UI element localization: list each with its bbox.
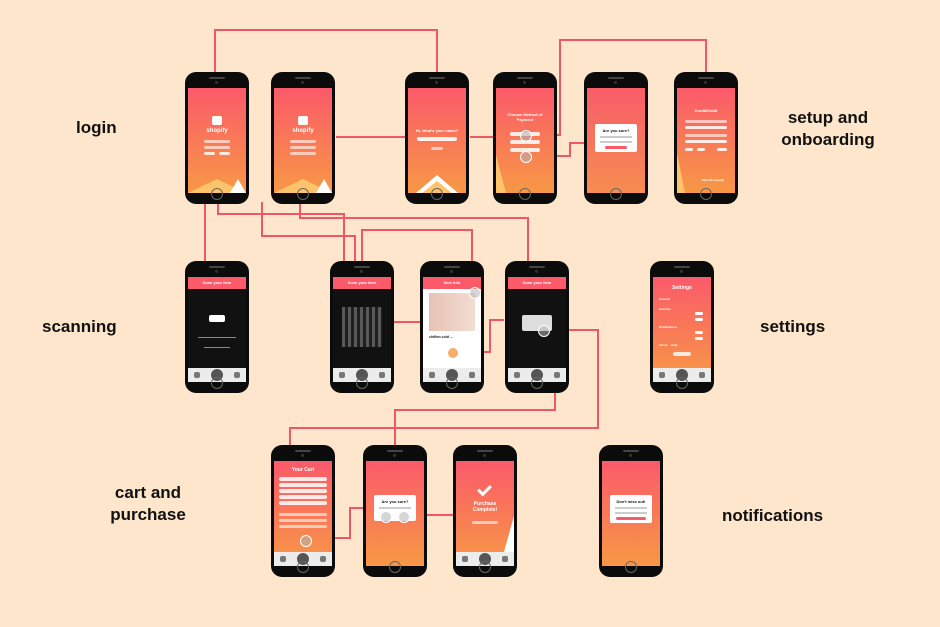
- tap-indicator: [447, 347, 459, 359]
- screen-onboard-confirm: Are you sure?: [587, 88, 645, 193]
- brand-logo-text: shopify: [292, 128, 314, 134]
- profile-icon[interactable]: [462, 556, 468, 562]
- settings-row-help[interactable]: Help: [671, 343, 678, 347]
- dialog-title: Are you sure?: [602, 128, 630, 133]
- phone-login-1: shopify: [185, 72, 249, 204]
- phone-onboard-confirm: Are you sure?: [584, 72, 648, 204]
- tap-indicator: [398, 511, 410, 523]
- section-label-scanning: scanning: [42, 317, 117, 336]
- section-label-cart-line2: purchase: [110, 505, 186, 524]
- connector-login-to-name: [214, 29, 438, 72]
- checkmark-icon: [477, 481, 492, 497]
- section-label-setup-line1: setup and: [787, 108, 869, 127]
- section-label-setup: setup and onboarding: [778, 107, 878, 151]
- profile-icon[interactable]: [339, 372, 345, 378]
- screen-onboard-payment: Choose Method of Payment: [496, 88, 554, 193]
- connector-login2-to-iteminfo: [299, 202, 529, 262]
- phone-login-2: shopify: [271, 72, 335, 204]
- profile-icon[interactable]: [280, 556, 286, 562]
- phone-onboard-payment: Choose Method of Payment: [493, 72, 557, 204]
- dialog-title: Are you sure?: [381, 499, 409, 504]
- screen-title: Credit/Debit: [694, 108, 718, 113]
- confirm-dialog: Are you sure?: [595, 124, 637, 152]
- screen-scan-1: Scan your item: [188, 277, 246, 382]
- cart-icon[interactable]: [469, 372, 475, 378]
- section-label-cart: cart and purchase: [103, 482, 193, 526]
- screen-notification: Don't miss out!: [602, 461, 660, 566]
- notification-dialog: Don't miss out!: [610, 495, 652, 523]
- start-shopping-link[interactable]: Start Shopping!: [691, 178, 735, 182]
- phone-onboard-card: Credit/Debit Start Shopping!: [674, 72, 738, 204]
- item-caption: chiffon cold ...: [429, 335, 453, 339]
- profile-icon[interactable]: [429, 372, 435, 378]
- phone-purchase-complete: Purchase Complete!: [453, 445, 517, 577]
- tap-indicator: [300, 535, 312, 547]
- tap-indicator: [520, 130, 532, 142]
- settings-row-security[interactable]: Security: [659, 307, 671, 311]
- phone-scan-2: Scan your item: [330, 261, 394, 393]
- cart-icon[interactable]: [234, 372, 240, 378]
- phone-notification: Don't miss out!: [599, 445, 663, 577]
- cart-icon[interactable]: [320, 556, 326, 562]
- tap-indicator: [520, 151, 532, 163]
- product-photo: [429, 293, 475, 331]
- tap-indicator: [380, 511, 392, 523]
- profile-icon[interactable]: [514, 372, 520, 378]
- screen-title: Scan your item: [333, 277, 391, 289]
- section-label-login: login: [76, 118, 117, 137]
- phone-settings: Settings General Security Notifications …: [650, 261, 714, 393]
- screen-item-info: Item Info chiffon cold ...: [423, 277, 481, 382]
- phone-onboard-name: Hi, what's your name?: [405, 72, 469, 204]
- brand-logo-text: shopify: [206, 128, 228, 134]
- section-label-notifications: notifications: [722, 506, 824, 525]
- screen-title: Purchase Complete!: [472, 501, 498, 513]
- screen-title: Scan your item: [188, 277, 246, 289]
- section-label-setup-line2: onboarding: [781, 130, 875, 149]
- connector-login-to-scan2: [217, 202, 345, 262]
- screen-title: Hi, what's your name?: [415, 128, 459, 133]
- phone-scan-1: Scan your item: [185, 261, 249, 393]
- screen-title: Your Cart: [291, 467, 315, 473]
- cart-icon[interactable]: [502, 556, 508, 562]
- cart-icon[interactable]: [699, 372, 705, 378]
- section-label-settings: settings: [760, 317, 826, 336]
- screen-cart-confirm: Are you sure?: [366, 461, 424, 566]
- phone-cart: Your Cart: [271, 445, 335, 577]
- screen-login-2: shopify: [274, 88, 332, 193]
- tap-indicator: [538, 325, 550, 337]
- profile-icon[interactable]: [659, 372, 665, 378]
- screen-title: Settings: [672, 285, 692, 291]
- cart-icon[interactable]: [379, 372, 385, 378]
- wallet-icon: [298, 116, 308, 125]
- screen-onboard-name: Hi, what's your name?: [408, 88, 466, 193]
- screen-cart: Your Cart: [274, 461, 332, 566]
- tap-indicator: [469, 287, 481, 299]
- qr-code: [342, 307, 382, 347]
- connector-login2-to-scan2: [261, 202, 356, 262]
- phone-item-info: Item Info chiffon cold ...: [420, 261, 484, 393]
- phone-cart-confirm: Are you sure?: [363, 445, 427, 577]
- section-label-cart-line1: cart and: [114, 483, 182, 502]
- settings-row-general[interactable]: General: [659, 297, 670, 301]
- phone-scan-3: Scan your item: [505, 261, 569, 393]
- profile-icon[interactable]: [194, 372, 200, 378]
- dialog-title: Don't miss out!: [616, 499, 646, 504]
- cart-icon[interactable]: [554, 372, 560, 378]
- wallet-icon: [212, 116, 222, 125]
- settings-row-notifications[interactable]: Notifications: [659, 325, 677, 329]
- screen-title: Choose Method of Payment: [507, 112, 543, 122]
- screen-title: Scan your item: [508, 277, 566, 289]
- screen-purchase-complete: Purchase Complete!: [456, 461, 514, 566]
- screen-scan-2: Scan your item: [333, 277, 391, 382]
- screen-scan-3: Scan your item: [508, 277, 566, 382]
- screen-settings: Settings General Security Notifications …: [653, 277, 711, 382]
- screen-login-1: shopify: [188, 88, 246, 193]
- settings-row-about[interactable]: About: [659, 343, 668, 347]
- screen-onboard-card: Credit/Debit Start Shopping!: [677, 88, 735, 193]
